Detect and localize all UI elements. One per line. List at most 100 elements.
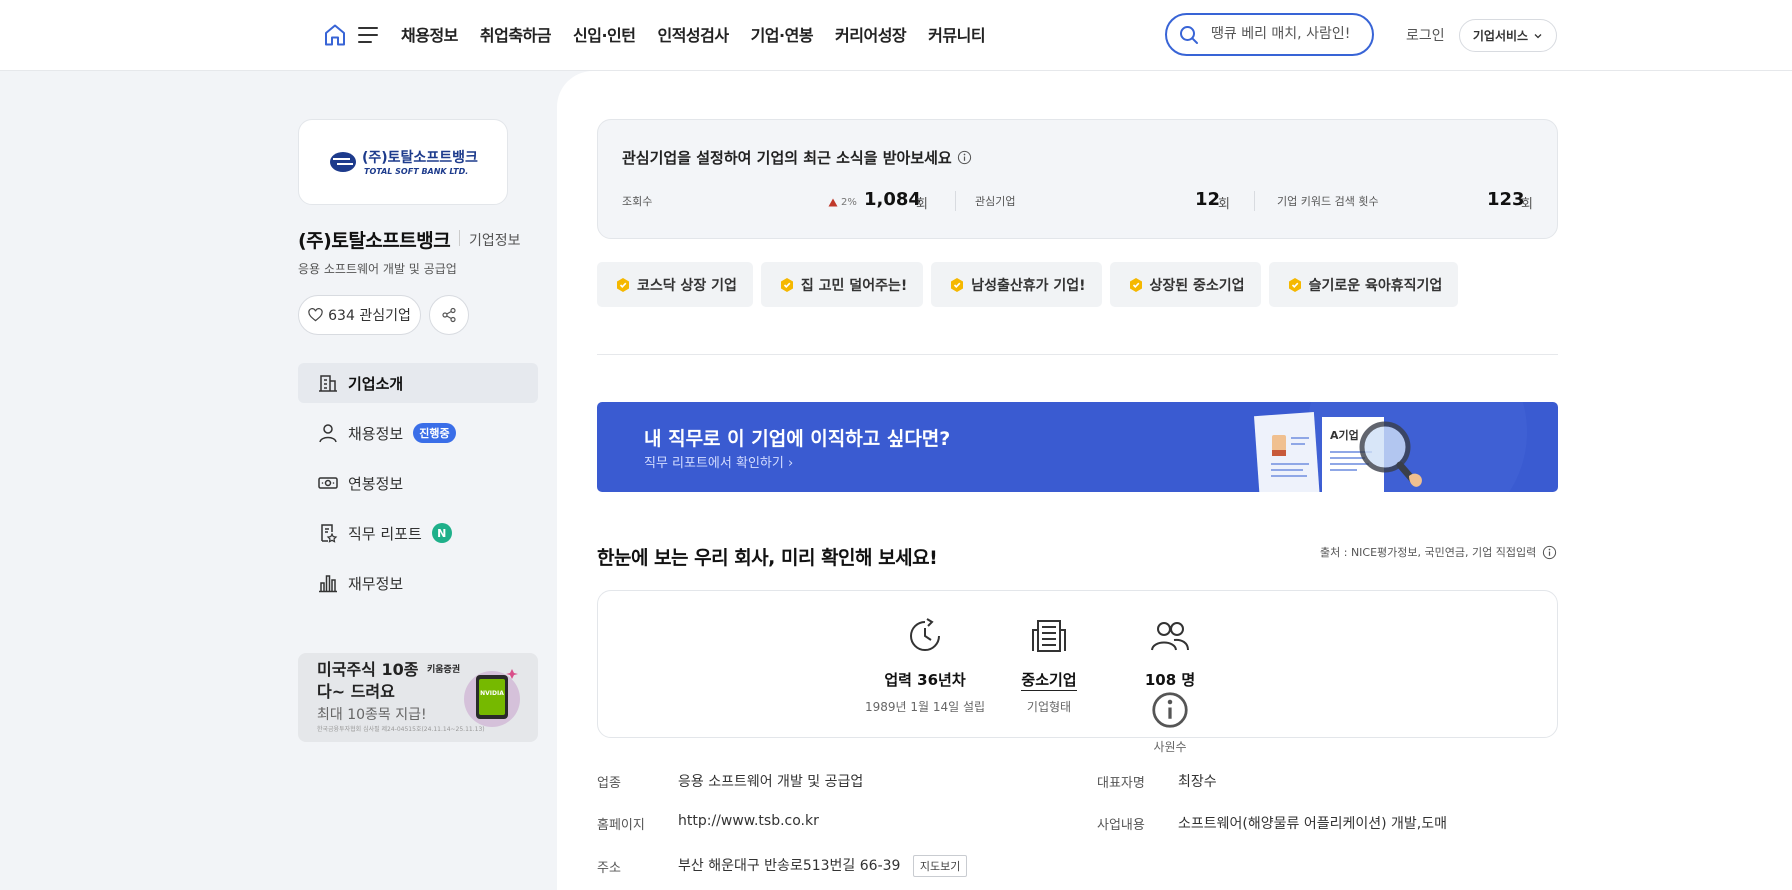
tag-chip[interactable]: 상장된 중소기업 <box>1109 262 1261 307</box>
detail-business-label: 사업내용 <box>1097 814 1145 833</box>
banner-link-text: 직무 리포트에서 확인하기 <box>644 456 784 471</box>
ad-banner[interactable]: 미국주식 10종 다~ 드려요 키움증권 최대 10종목 지급! 한국금융투자협… <box>298 653 538 742</box>
tag-label: 코스닥 상장 기업 <box>637 277 737 294</box>
banner-link[interactable]: 직무 리포트에서 확인하기 › <box>644 452 793 471</box>
homepage-link[interactable]: http://www.tsb.co.kr <box>678 813 819 829</box>
interest-panel: 관심기업을 설정하여 기업의 최근 소식을 받아보세요 조회수 2% 1,084… <box>597 119 1558 239</box>
company-info-link[interactable]: 기업정보 <box>469 230 521 250</box>
nav-community[interactable]: 커뮤니티 <box>928 22 985 46</box>
badge-coin-icon <box>780 277 793 292</box>
biz-service-button[interactable]: 기업서비스 <box>1459 19 1557 52</box>
job-report-banner[interactable]: 내 직무로 이 기업에 이직하고 싶다면? 직무 리포트에서 확인하기 › A기… <box>597 402 1558 492</box>
summary-section-title: 한눈에 보는 우리 회사, 미리 확인해 보세요! <box>597 547 938 569</box>
detail-label: 사업내용 <box>1097 818 1145 833</box>
nav-career[interactable]: 커리어성장 <box>835 22 907 46</box>
building-icon <box>319 375 337 392</box>
view-map-button[interactable]: 지도보기 <box>912 855 968 877</box>
search-icon[interactable] <box>1179 25 1199 45</box>
home-icon[interactable] <box>322 22 348 48</box>
keyword-search-unit: 회 <box>1521 197 1533 212</box>
detail-value: 응용 소프트웨어 개발 및 공급업 <box>678 774 864 790</box>
people-icon <box>1151 622 1189 651</box>
share-icon <box>442 307 456 323</box>
chevron-down-icon <box>1534 33 1542 38</box>
detail-homepage-value: http://www.tsb.co.kr <box>678 813 819 829</box>
interest-title: 관심기업을 설정하여 기업의 최근 소식을 받아보세요 <box>622 147 972 168</box>
detail-business-value: 소프트웨어(해양물류 어플리케이션) 개발,도매 <box>1178 813 1447 833</box>
ad-headline-line1: 미국주식 10종 <box>317 660 419 679</box>
info-icon[interactable] <box>1150 690 1190 730</box>
trend-up-icon <box>828 198 838 207</box>
keyword-search-label: 기업 키워드 검색 횟수 <box>1277 195 1379 208</box>
badge-coin-icon <box>951 277 964 292</box>
status-badge: 진행중 <box>413 423 456 443</box>
document-magnifier-illustration: A기업 <box>1254 402 1527 492</box>
views-trend-value: 2% <box>841 197 857 208</box>
detail-label: 업종 <box>597 776 621 791</box>
staff-stat: 108 명 사원수 <box>1095 616 1245 755</box>
detail-value: 소프트웨어(해양물류 어플리케이션) 개발,도매 <box>1178 816 1447 832</box>
staff-label: 사원수 <box>1153 740 1187 754</box>
ad-brand: 키움증권 <box>427 665 461 675</box>
favorite-button[interactable]: 634 관심기업 <box>298 295 421 335</box>
company-logo-image: (주)토탈소프트뱅크 TOTAL SOFT BANK LTD. <box>330 150 478 176</box>
nav-bonus[interactable]: 취업축하금 <box>480 22 552 46</box>
detail-industry-value: 응용 소프트웨어 개발 및 공급업 <box>678 771 863 791</box>
views-label: 조회수 <box>622 195 653 208</box>
banner-title: 내 직무로 이 기업에 이직하고 싶다면? <box>644 428 951 450</box>
nav-company-salary[interactable]: 기업·연봉 <box>751 22 814 46</box>
stock-card-graphic: NVIDIA <box>464 669 520 727</box>
tag-chip[interactable]: 코스닥 상장 기업 <box>597 262 753 307</box>
nav-aptitude[interactable]: 인적성검사 <box>657 22 729 46</box>
sidebar-item-intro[interactable]: 기업소개 <box>298 363 538 403</box>
sidebar-item-label: 직무 리포트 <box>348 524 422 543</box>
sidebar-item-salary[interactable]: 연봉정보 <box>298 463 538 503</box>
badge-coin-icon <box>1129 277 1142 292</box>
tag-label: 상장된 중소기업 <box>1149 277 1245 294</box>
nav-jobs[interactable]: 채용정보 <box>401 22 458 46</box>
info-icon[interactable] <box>1542 545 1557 560</box>
chart-icon <box>319 575 337 593</box>
sidebar-item-report[interactable]: 직무 리포트 N <box>298 513 538 553</box>
data-source: 출처 : NICE평가정보, 국민연금, 기업 직접입력 <box>1320 544 1557 560</box>
detail-address-value: 부산 해운대구 반송로513번길 66-39 지도보기 <box>678 855 968 877</box>
new-badge: N <box>431 523 452 543</box>
nav-intern[interactable]: 신입·인턴 <box>573 22 636 46</box>
search-box <box>1165 13 1374 56</box>
divider <box>459 230 460 246</box>
tag-chip[interactable]: 남성출산휴가 기업! <box>931 262 1102 307</box>
sidebar-item-jobs[interactable]: 채용정보 진행중 <box>298 413 538 453</box>
sidebar-item-label: 기업소개 <box>348 374 404 393</box>
tag-chip[interactable]: 집 고민 덜어주는! <box>760 262 924 307</box>
detail-industry-label: 업종 <box>597 772 621 791</box>
sidebar-item-finance[interactable]: 재무정보 <box>298 563 538 603</box>
company-industry: 응용 소프트웨어 개발 및 공급업 <box>298 262 457 276</box>
share-button[interactable] <box>429 295 469 335</box>
tag-chip[interactable]: 슬기로운 육아휴직기업 <box>1268 262 1459 307</box>
ad-fineprint: 한국금융투자협회 심사필 제24-04515호(24.11.14~25.11.1… <box>317 726 485 733</box>
fav-companies-unit: 회 <box>1218 197 1230 212</box>
ad-headline: 미국주식 10종 다~ 드려요 <box>317 659 418 703</box>
staff-count: 108 명 <box>1144 671 1196 689</box>
search-input[interactable] <box>1211 26 1366 42</box>
building-doc-icon <box>1032 620 1066 652</box>
data-source-text: 출처 : NICE평가정보, 국민연금, 기업 직접입력 <box>1320 546 1537 559</box>
divider <box>1254 191 1255 211</box>
login-link[interactable]: 로그인 <box>1406 25 1445 45</box>
badge-coin-icon <box>617 277 629 292</box>
staff-value: 108 명 <box>1095 669 1245 730</box>
report-icon <box>321 524 338 543</box>
company-logo: (주)토탈소프트뱅크 TOTAL SOFT BANK LTD. <box>298 119 508 205</box>
divider <box>597 354 1558 355</box>
tag-label: 집 고민 덜어주는! <box>800 277 908 294</box>
detail-label: 주소 <box>597 861 621 876</box>
info-icon[interactable] <box>957 150 972 165</box>
detail-value: 부산 해운대구 반송로513번길 66-39 <box>678 858 901 874</box>
fav-companies-value: 12 <box>1195 189 1221 210</box>
menu-icon[interactable] <box>357 26 379 44</box>
logo-text: (주)토탈소프트뱅크 <box>362 150 478 166</box>
sidebar-item-label: 연봉정보 <box>348 474 404 493</box>
detail-value: 최장수 <box>1178 774 1217 790</box>
company-type-text: 중소기업 <box>1021 671 1077 691</box>
detail-label: 대표자명 <box>1097 776 1145 791</box>
